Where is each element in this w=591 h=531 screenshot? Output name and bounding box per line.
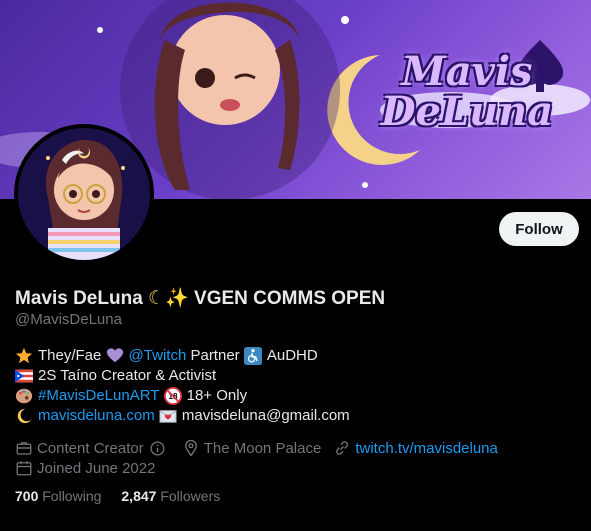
category-item[interactable]: Content Creator [15, 439, 170, 457]
profile-meta: Content Creator The Moon Palace twitch.t… [15, 438, 510, 478]
love-letter-icon [159, 410, 177, 423]
avatar[interactable] [14, 124, 154, 264]
crescent-moon-emoji: ☾ [148, 288, 166, 309]
profile-handle: @MavisDeLuna [15, 311, 122, 328]
crescent-moon-icon [17, 408, 32, 424]
following-link[interactable]: 700 Following [15, 488, 101, 504]
bio-line-2: 2S Taíno Creator & Activist [15, 366, 350, 386]
website-item[interactable]: twitch.tv/mavisdeluna [333, 439, 498, 457]
sparkles-emoji: ✨ [165, 288, 189, 309]
location-item: The Moon Palace [182, 439, 321, 457]
bio-line-4: mavisdeluna.com mavisdeluna@gmail.com [15, 406, 350, 426]
wheelchair-icon [243, 347, 262, 365]
purple-heart-icon [106, 348, 123, 363]
calendar-icon [16, 461, 32, 476]
star-icon [15, 347, 33, 364]
briefcase-icon [16, 442, 32, 455]
bio-line-3: #MavisDeLunART 18 18+ Only [15, 386, 350, 406]
profile-bio: They/Fae @Twitch Partner AuDHD 2S Taíno … [15, 346, 350, 426]
profile-website-link[interactable]: twitch.tv/mavisdeluna [355, 440, 498, 457]
no-one-under-eighteen-icon: 18 [163, 387, 182, 405]
puerto-rico-flag-icon [15, 369, 33, 383]
joined-item: Joined June 2022 [15, 459, 155, 477]
follow-button[interactable]: Follow [499, 212, 579, 246]
follow-stats: 700 Following 2,847 Followers [15, 488, 240, 504]
display-name: Mavis DeLuna ☾✨ VGEN COMMS OPEN [15, 288, 386, 309]
art-hashtag-link[interactable]: #MavisDeLunART [38, 386, 159, 406]
link-icon [336, 441, 349, 455]
bio-line-1: They/Fae @Twitch Partner AuDHD [15, 346, 350, 366]
twitch-mention-link[interactable]: @Twitch [129, 346, 187, 366]
location-pin-icon [184, 439, 197, 457]
info-icon[interactable] [149, 440, 166, 457]
followers-link[interactable]: 2,847 Followers [121, 488, 220, 504]
banner-logo-text: Mavis DeLuna [380, 48, 554, 135]
artist-palette-icon [15, 388, 33, 404]
website-link[interactable]: mavisdeluna.com [38, 406, 155, 426]
